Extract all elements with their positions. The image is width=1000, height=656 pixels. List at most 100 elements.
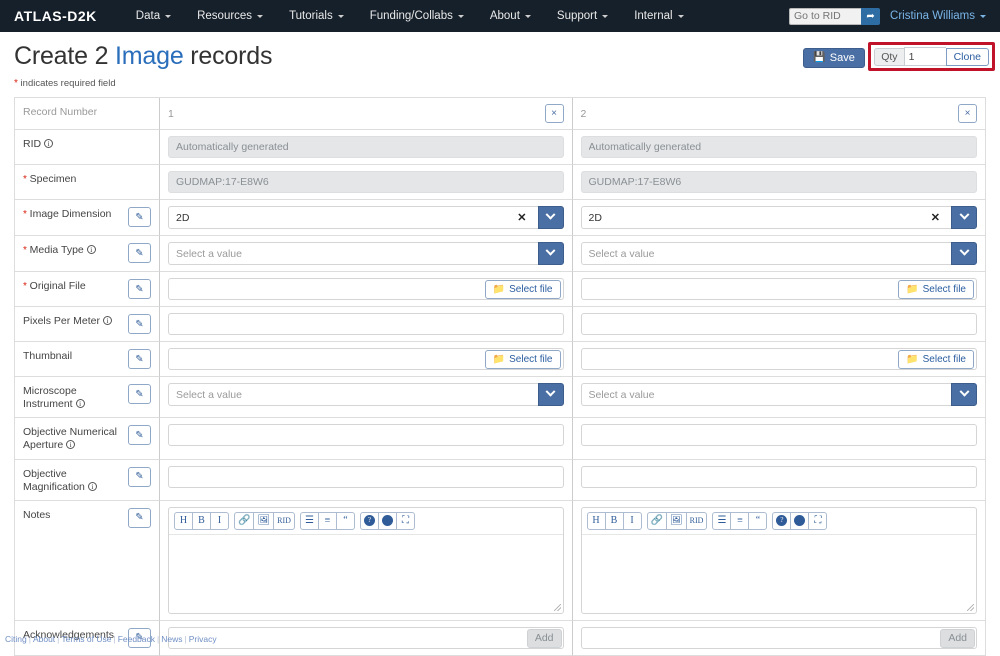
nav-item-resources[interactable]: Resources: [184, 10, 276, 22]
dropdown-toggle-button[interactable]: [951, 383, 977, 406]
image-icon[interactable]: 🖼: [666, 512, 687, 530]
nav-item-funding-collabs[interactable]: Funding/Collabs: [357, 10, 477, 22]
heading-icon[interactable]: H: [587, 512, 606, 530]
numbered-list-icon[interactable]: ≡: [318, 512, 337, 530]
add-button[interactable]: Add: [527, 629, 562, 648]
italic-icon[interactable]: I: [210, 512, 229, 530]
link-icon[interactable]: 🔗: [647, 512, 667, 530]
field-label-cell-image-dimension: * Image Dimension✎: [15, 200, 160, 236]
select-display[interactable]: Select a value: [168, 383, 538, 406]
edit-pencil-button[interactable]: ✎: [128, 279, 151, 299]
select-display[interactable]: Select a value: [581, 383, 952, 406]
image-icon[interactable]: 🖼: [253, 512, 274, 530]
edit-pencil-button[interactable]: ✎: [128, 425, 151, 445]
numbered-list-icon[interactable]: ≡: [730, 512, 749, 530]
edit-pencil-button[interactable]: ✎: [128, 384, 151, 404]
field-label-text: Objective Magnification: [23, 468, 85, 493]
nav-item-internal[interactable]: Internal: [621, 10, 696, 22]
dropdown-toggle-button[interactable]: [538, 383, 564, 406]
edit-pencil-button[interactable]: ✎: [128, 207, 151, 227]
info-icon[interactable]: i: [76, 399, 85, 408]
footer-link-about[interactable]: About: [33, 634, 55, 644]
bullet-list-icon[interactable]: ☰: [300, 512, 319, 530]
remove-record-button[interactable]: ×: [958, 104, 977, 123]
select-display[interactable]: Select a value: [581, 242, 952, 265]
clone-button[interactable]: Clone: [946, 48, 989, 66]
blockquote-icon[interactable]: “: [748, 512, 767, 530]
qty-input[interactable]: [904, 47, 946, 66]
info-icon[interactable]: i: [88, 482, 97, 491]
select-display[interactable]: Select a value: [168, 242, 538, 265]
help-icon[interactable]: ?: [360, 512, 379, 530]
text-input[interactable]: [581, 466, 978, 488]
bold-icon[interactable]: B: [605, 512, 624, 530]
rid-icon[interactable]: RID: [686, 512, 708, 530]
text-input[interactable]: [581, 424, 978, 446]
required-asterisk: *: [23, 245, 30, 256]
blockquote-icon[interactable]: “: [336, 512, 355, 530]
select-file-button[interactable]: 📁Select file: [898, 350, 974, 369]
save-button[interactable]: 💾 Save: [803, 48, 865, 68]
preview-icon[interactable]: [790, 512, 809, 530]
select-file-button[interactable]: 📁Select file: [485, 350, 561, 369]
info-icon[interactable]: i: [87, 245, 96, 254]
link-icon[interactable]: 🔗: [234, 512, 254, 530]
footer-link-privacy[interactable]: Privacy: [189, 634, 217, 644]
nav-item-data[interactable]: Data: [123, 10, 184, 22]
select-file-button[interactable]: 📁Select file: [898, 280, 974, 299]
footer-link-feedback[interactable]: Feedback: [118, 634, 155, 644]
text-input[interactable]: [581, 313, 978, 335]
preview-icon[interactable]: [378, 512, 397, 530]
dropdown-toggle-button[interactable]: [538, 242, 564, 265]
select-value: 2D: [176, 212, 517, 224]
text-input[interactable]: [168, 313, 564, 335]
dropdown-toggle-button[interactable]: [951, 242, 977, 265]
bullet-list-icon[interactable]: ☰: [712, 512, 731, 530]
acknowledgements-input[interactable]: [168, 627, 564, 649]
field-cell-pixels-per-meter-record-1: [160, 307, 573, 342]
info-icon[interactable]: i: [44, 139, 53, 148]
edit-pencil-button[interactable]: ✎: [128, 349, 151, 369]
bold-icon[interactable]: B: [192, 512, 211, 530]
rid-icon[interactable]: RID: [273, 512, 295, 530]
go-to-rid-button[interactable]: ➦: [861, 8, 880, 25]
edit-pencil-button[interactable]: ✎: [128, 314, 151, 334]
edit-pencil-button[interactable]: ✎: [128, 243, 151, 263]
resize-handle[interactable]: [967, 604, 974, 611]
brand-logo[interactable]: ATLAS-D2K: [14, 8, 97, 24]
resize-handle[interactable]: [554, 604, 561, 611]
notes-textarea[interactable]: [582, 535, 977, 613]
select-display[interactable]: 2D✕: [581, 206, 952, 229]
nav-item-about[interactable]: About: [477, 10, 544, 22]
edit-pencil-button[interactable]: ✎: [128, 467, 151, 487]
info-icon[interactable]: i: [103, 316, 112, 325]
fullscreen-icon[interactable]: ⛶: [396, 512, 415, 530]
select-file-button[interactable]: 📁Select file: [485, 280, 561, 299]
italic-icon[interactable]: I: [623, 512, 642, 530]
nav-item-support[interactable]: Support: [544, 10, 621, 22]
text-input[interactable]: [168, 424, 564, 446]
heading-icon[interactable]: H: [174, 512, 193, 530]
go-to-rid-input[interactable]: [789, 8, 861, 25]
dropdown-toggle-button[interactable]: [951, 206, 977, 229]
clear-selection-icon[interactable]: ✕: [517, 211, 526, 224]
footer-link-terms-of-use[interactable]: Terms of Use: [61, 634, 111, 644]
user-menu[interactable]: Cristina Williams: [890, 10, 986, 22]
text-input[interactable]: [168, 466, 564, 488]
edit-pencil-button[interactable]: ✎: [128, 508, 151, 528]
select-display[interactable]: 2D✕: [168, 206, 538, 229]
notes-textarea[interactable]: [169, 535, 563, 613]
dropdown-toggle-button[interactable]: [538, 206, 564, 229]
footer-link-citing[interactable]: Citing: [5, 634, 27, 644]
acknowledgements-input[interactable]: [581, 627, 978, 649]
footer-link-news[interactable]: News: [161, 634, 182, 644]
help-icon[interactable]: ?: [772, 512, 791, 530]
nav-item-tutorials[interactable]: Tutorials: [276, 10, 357, 22]
add-button[interactable]: Add: [940, 629, 975, 648]
fullscreen-icon[interactable]: ⛶: [808, 512, 827, 530]
remove-record-button[interactable]: ×: [545, 104, 564, 123]
select-control: Select a value: [168, 383, 564, 406]
clear-selection-icon[interactable]: ✕: [931, 211, 940, 224]
chevron-down-icon: [338, 15, 344, 18]
info-icon[interactable]: i: [66, 440, 75, 449]
